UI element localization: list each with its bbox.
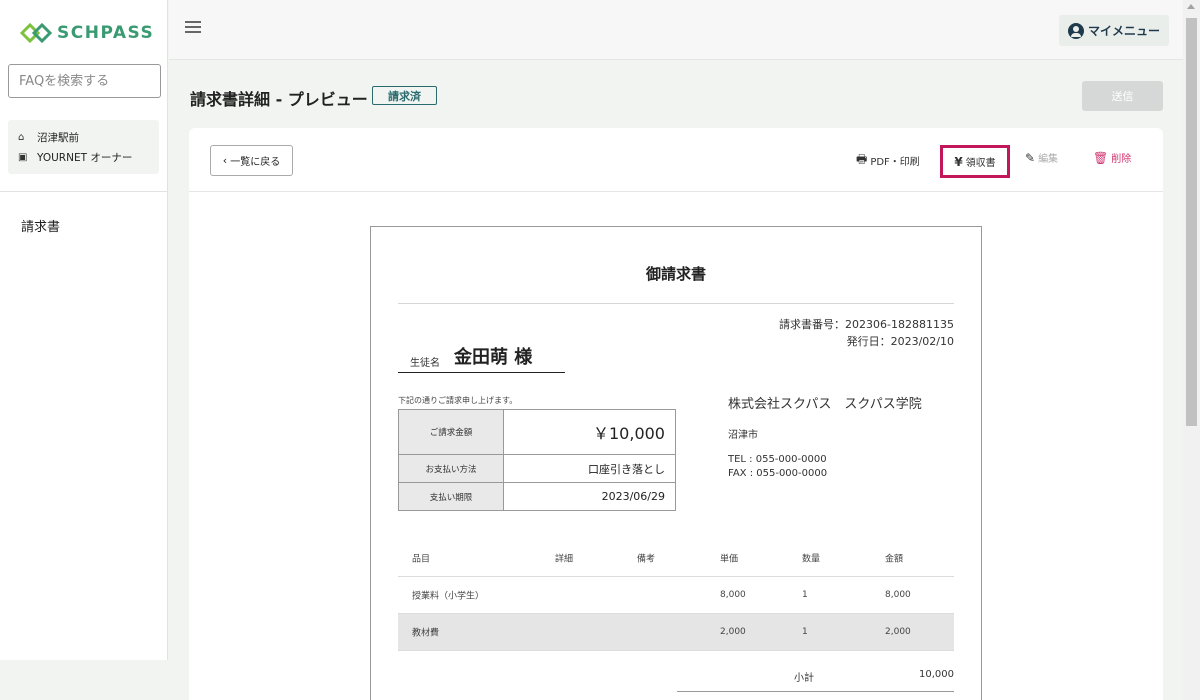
- invoice-number: 202306-182881135: [845, 318, 954, 331]
- receipt-button[interactable]: ¥ 領収書: [940, 145, 1010, 178]
- amount-value: ￥10,000: [503, 409, 676, 455]
- back-to-list-button[interactable]: ‹ 一覧に戻る: [210, 145, 293, 176]
- table-row: 授業料（小学生） 8,000 1 8,000: [398, 577, 954, 614]
- company-phone: TEL : 055-000-0000 FAX : 055-000-0000: [728, 453, 922, 481]
- column-header: 数量: [802, 554, 821, 564]
- invoice-pretext: 下記の通りご請求申し上げます。: [398, 396, 518, 405]
- sidebar-divider: [0, 191, 168, 192]
- payment-method-value: 口座引き落とし: [503, 454, 676, 483]
- sidebar: SCHPASS ⌂ 沼津駅前 ▣ YOURNET オーナー 請求書: [0, 0, 168, 660]
- page-title: 請求書詳細 - プレビュー: [190, 90, 368, 109]
- column-header: 単価: [720, 554, 739, 564]
- item-name: 授業料（小学生）: [412, 591, 485, 602]
- school-row-branch: ⌂ 沼津駅前: [18, 127, 149, 147]
- edit-button[interactable]: ✎ 編集: [1025, 150, 1059, 166]
- column-header: 品目: [412, 554, 431, 564]
- sidebar-item-invoices[interactable]: 請求書: [21, 216, 60, 235]
- id-card-icon: ▣: [18, 151, 28, 163]
- invoice-number-row: 請求書番号：202306-182881135: [779, 316, 954, 333]
- school-info: ⌂ 沼津駅前 ▣ YOURNET オーナー: [8, 120, 159, 174]
- delete-button[interactable]: 🗑 削除: [1093, 150, 1132, 166]
- billing-summary-table: ご請求金額 ￥10,000 お支払い方法 口座引き落とし 支払い期限 2023/…: [398, 409, 676, 511]
- home-icon: ⌂: [18, 131, 25, 143]
- company-name: 株式会社スクパス スクパス学院: [728, 397, 922, 412]
- student-name: 金田萌 様: [454, 347, 533, 368]
- item-amount: 8,000: [885, 590, 911, 600]
- issuer-info: 株式会社スクパス スクパス学院 沼津市 TEL : 055-000-0000 F…: [728, 393, 922, 481]
- student-name-block: 生徒名 金田萌 様: [398, 345, 565, 373]
- hamburger-menu-icon[interactable]: [185, 21, 201, 35]
- subtotal-divider: [677, 691, 954, 692]
- item-unit-price: 2,000: [720, 627, 746, 637]
- yen-icon: ¥: [954, 154, 963, 169]
- status-badge: 請求済: [372, 86, 437, 105]
- due-date-value: 2023/06/29: [503, 482, 676, 511]
- logo-text: SCHPASS: [57, 23, 155, 43]
- tel-text: TEL : 055-000-0000: [728, 454, 827, 465]
- invoice-number-label: 請求書番号：: [779, 318, 846, 331]
- item-quantity: 1: [802, 590, 808, 600]
- faq-search-input[interactable]: [8, 64, 161, 98]
- school-owner-label: YOURNET オーナー: [37, 151, 133, 164]
- table-row: ご請求金額 ￥10,000: [398, 409, 676, 455]
- due-date-label: 支払い期限: [398, 482, 504, 511]
- table-row: お支払い方法 口座引き落とし: [398, 454, 676, 483]
- edit-icon: ✎: [1025, 150, 1036, 165]
- item-unit-price: 8,000: [720, 590, 746, 600]
- column-header: 金額: [885, 554, 904, 564]
- student-label: 生徒名: [410, 358, 440, 369]
- invoice-card: ‹ 一覧に戻る 🖶 PDF・印刷 ¥ 領収書 ✎ 編集 🗑 削除 御請求書 請求…: [189, 128, 1163, 700]
- scrollbar-thumb[interactable]: [1186, 18, 1197, 426]
- fax-text: FAX : 055-000-0000: [728, 468, 828, 479]
- line-items-table: 品目 詳細 備考 単価 数量 金額 授業料（小学生） 8,000 1 8,000…: [398, 539, 954, 651]
- company-city: 沼津市: [728, 430, 758, 441]
- back-to-list-label: 一覧に戻る: [230, 157, 281, 168]
- table-header-row: 品目 詳細 備考 単価 数量 金額: [398, 539, 954, 577]
- amount-label: ご請求金額: [398, 409, 504, 455]
- trash-icon: 🗑: [1093, 150, 1109, 165]
- table-row: 教材費 2,000 1 2,000: [398, 614, 954, 651]
- scroll-up-arrow-icon[interactable]: [1187, 4, 1195, 9]
- logo[interactable]: SCHPASS: [0, 0, 167, 66]
- item-name: 教材費: [412, 628, 440, 639]
- subtotal-value: 10,000: [919, 669, 954, 680]
- printer-icon: 🖶: [856, 152, 868, 166]
- schpass-logo-icon: [20, 22, 53, 44]
- column-header: 備考: [637, 554, 656, 564]
- card-toolbar: ‹ 一覧に戻る 🖶 PDF・印刷 ¥ 領収書 ✎ 編集 🗑 削除: [189, 128, 1163, 192]
- edit-label: 編集: [1038, 154, 1059, 165]
- send-button[interactable]: 送信: [1082, 81, 1163, 111]
- school-branch-label: 沼津駅前: [37, 131, 79, 144]
- item-amount: 2,000: [885, 627, 911, 637]
- my-menu-button[interactable]: マイメニュー: [1059, 15, 1169, 46]
- table-row: 支払い期限 2023/06/29: [398, 482, 676, 511]
- chevron-left-icon: ‹: [222, 154, 228, 167]
- top-header: マイメニュー: [169, 0, 1183, 60]
- print-pdf-label: PDF・印刷: [870, 157, 920, 168]
- receipt-label: 領収書: [965, 158, 996, 169]
- item-quantity: 1: [802, 627, 808, 637]
- print-pdf-button[interactable]: 🖶 PDF・印刷: [856, 150, 920, 171]
- invoice-meta: 請求書番号：202306-182881135 発行日：2023/02/10: [779, 316, 954, 350]
- delete-label: 削除: [1111, 154, 1132, 165]
- issue-date-label: 発行日：: [846, 335, 891, 348]
- school-row-owner: ▣ YOURNET オーナー: [18, 147, 149, 167]
- invoice-preview: 御請求書 請求書番号：202306-182881135 発行日：2023/02/…: [370, 226, 982, 700]
- issue-date: 2023/02/10: [890, 335, 954, 348]
- column-header: 詳細: [555, 554, 574, 564]
- title-divider: [398, 303, 954, 304]
- user-icon: [1067, 22, 1084, 39]
- payment-method-label: お支払い方法: [398, 454, 504, 483]
- issue-date-row: 発行日：2023/02/10: [779, 333, 954, 350]
- my-menu-label: マイメニュー: [1087, 24, 1160, 38]
- subtotal-label: 小計: [794, 673, 814, 684]
- invoice-title: 御請求書: [645, 265, 706, 283]
